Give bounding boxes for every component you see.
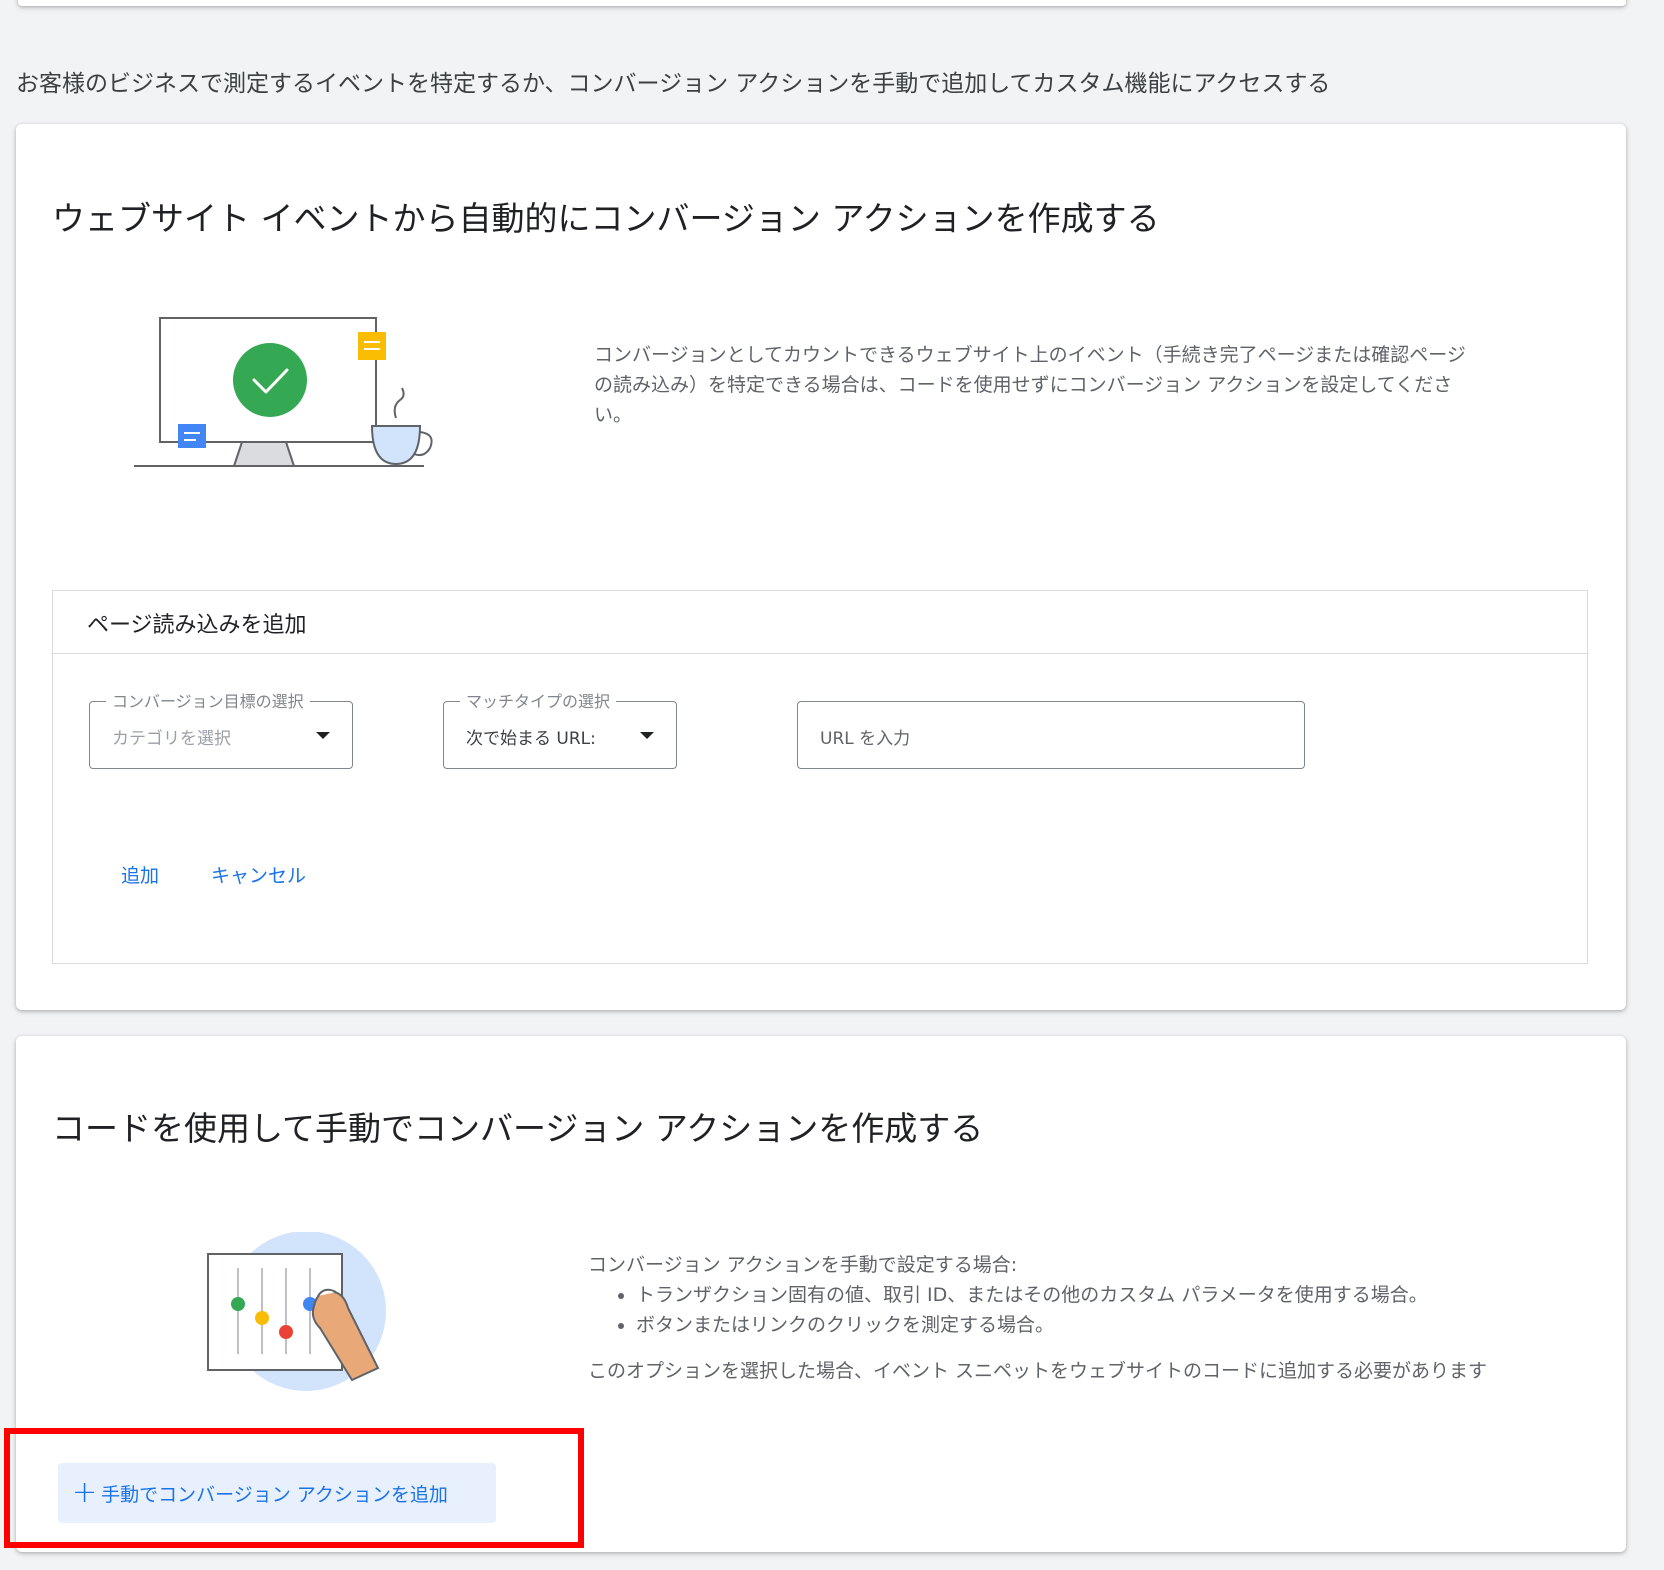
dropdown-arrow-icon: [640, 732, 654, 739]
manual-note: このオプションを選択した場合、イベント スニペットをウェブサイトのコードに追加す…: [588, 1360, 1488, 1382]
add-manual-conversion-label: 手動でコンバージョン アクションを追加: [101, 1483, 448, 1506]
match-type-value: 次で始まる URL:: [466, 729, 596, 749]
page-load-header: ページ読み込みを追加: [53, 591, 1587, 654]
conversion-goal-placeholder: カテゴリを選択: [112, 729, 231, 749]
auto-conversion-card: ウェブサイト イベントから自動的にコンバージョン アクションを作成する コンバー…: [16, 124, 1626, 1010]
add-manual-conversion-button[interactable]: + 手動でコンバージョン アクションを追加: [58, 1463, 496, 1523]
manual-bullet-list: トランザクション固有の値、取引 ID、またはその他のカスタム パラメータを使用す…: [588, 1280, 1568, 1340]
list-item: ボタンまたはリンクのクリックを測定する場合。: [636, 1310, 1568, 1340]
manual-conversion-card: コードを使用して手動でコンバージョン アクションを作成する コンバージョン アク…: [16, 1036, 1626, 1552]
manual-intro: コンバージョン アクションを手動で設定する場合:: [588, 1254, 1018, 1276]
auto-section-title: ウェブサイト イベントから自動的にコンバージョン アクションを作成する: [52, 199, 1160, 238]
url-input-placeholder: URL を入力: [820, 729, 911, 749]
auto-section-description: コンバージョンとしてカウントできるウェブサイト上のイベント（手続き完了ページまた…: [594, 344, 1466, 426]
intro-text: お客様のビジネスで測定するイベントを特定するか、コンバージョン アクションを手動…: [16, 71, 1331, 97]
manual-section-title: コードを使用して手動でコンバージョン アクションを作成する: [52, 1109, 984, 1148]
manual-section-description: コンバージョン アクションを手動で設定する場合: トランザクション固有の値、取引…: [588, 1250, 1568, 1386]
page-load-panel: ページ読み込みを追加 コンバージョン目標の選択 カテゴリを選択 マッチタイプの選…: [52, 590, 1588, 964]
conversion-goal-select[interactable]: コンバージョン目標の選択 カテゴリを選択: [89, 688, 353, 769]
conversion-goal-label: コンバージョン目標の選択: [106, 688, 310, 712]
match-type-label: マッチタイプの選択: [460, 688, 617, 712]
previous-card-edge: [18, 0, 1626, 6]
page-load-title: ページ読み込みを追加: [87, 613, 307, 638]
computer-check-illustration: [134, 317, 433, 467]
add-button[interactable]: 追加: [121, 861, 159, 888]
plus-icon: +: [72, 1475, 98, 1510]
list-item: トランザクション固有の値、取引 ID、またはその他のカスタム パラメータを使用す…: [636, 1280, 1568, 1310]
sliders-hand-illustration: [207, 1232, 386, 1391]
url-input[interactable]: URL を入力: [797, 701, 1305, 769]
match-type-select[interactable]: マッチタイプの選択 次で始まる URL:: [443, 688, 677, 769]
dropdown-arrow-icon: [316, 732, 330, 739]
cancel-button[interactable]: キャンセル: [211, 861, 306, 888]
